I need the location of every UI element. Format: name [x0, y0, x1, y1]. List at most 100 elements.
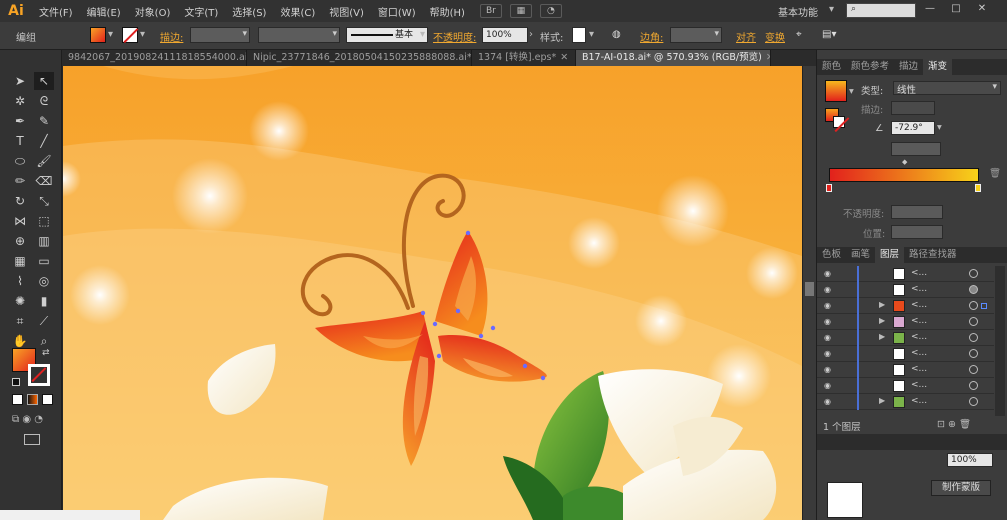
eye-icon[interactable]: ◉ — [824, 317, 834, 326]
direct-selection-tool-icon[interactable]: ↖ — [34, 72, 54, 90]
default-colors-icon[interactable] — [12, 378, 20, 386]
gradient-location-field[interactable] — [891, 225, 943, 239]
gradient-opacity-field[interactable] — [891, 205, 943, 219]
workspace-switcher[interactable]: 基本功能 — [778, 4, 818, 19]
layers-scrollbar[interactable] — [995, 266, 1005, 416]
menu-select[interactable]: 选择(S) — [225, 4, 273, 19]
magic-wand-tool-icon[interactable]: ✲ — [10, 92, 30, 110]
maximize-button[interactable]: □ — [944, 3, 968, 18]
menu-file[interactable]: 文件(F) — [32, 4, 80, 19]
tab-color-guide[interactable]: 颜色参考 — [846, 59, 894, 75]
tab-color[interactable]: 颜色 — [817, 59, 846, 75]
layer-actions-icons[interactable]: ⊡ ⊕ 🗑 — [937, 419, 971, 430]
pencil-tool-icon[interactable]: ✏ — [10, 172, 30, 190]
stroke-gradient-options[interactable] — [891, 101, 935, 115]
chevron-down-icon[interactable]: ▾ — [420, 29, 425, 40]
target-icon[interactable] — [969, 381, 978, 390]
tab-layers[interactable]: 图层 — [875, 247, 905, 263]
arrange-documents-icon[interactable]: ▦ — [509, 4, 532, 18]
close-icon[interactable]: ✕ — [766, 52, 770, 63]
close-icon[interactable]: ✕ — [560, 52, 568, 63]
tab-gradient[interactable]: 渐变 — [923, 59, 953, 75]
eraser-tool-icon[interactable]: ⌫ — [34, 172, 54, 190]
layer-row[interactable]: ◉ <... — [817, 378, 994, 394]
bridge-icon[interactable]: Br — [479, 4, 502, 18]
gradient-stop-start[interactable] — [826, 184, 832, 192]
opacity-label[interactable]: 不透明度: — [433, 29, 476, 44]
expand-arrow-icon[interactable]: ▶ — [879, 396, 885, 405]
ellipse-tool-icon[interactable]: ⬭ — [10, 152, 30, 170]
perspective-grid-tool-icon[interactable]: ▥ — [34, 232, 54, 250]
mesh-tool-icon[interactable]: ▦ — [10, 252, 30, 270]
variable-width-profile[interactable] — [258, 27, 340, 43]
layer-row[interactable]: ◉ ▶ <... — [817, 314, 994, 330]
search-input[interactable]: ⌕ — [846, 3, 916, 18]
menu-effect[interactable]: 效果(C) — [273, 4, 322, 19]
doc-tab-active[interactable]: B17-AI-018.ai* @ 570.93% (RGB/预览)✕ — [576, 50, 771, 66]
free-transform-tool-icon[interactable]: ⬚ — [34, 212, 54, 230]
scrollbar-thumb[interactable] — [805, 282, 814, 296]
stroke-weight-field[interactable] — [190, 27, 250, 43]
gpu-performance-icon[interactable]: ◔ — [539, 4, 562, 18]
close-button[interactable]: ✕ — [970, 3, 994, 18]
artboard-tool-icon[interactable]: ⌗ — [10, 312, 30, 330]
midpoint-diamond-icon[interactable]: ◆ — [902, 158, 907, 166]
layer-row[interactable]: ◉ <... — [817, 282, 994, 298]
transform-link[interactable]: 变换 — [765, 29, 785, 44]
recolor-artwork-icon[interactable]: ◍ — [612, 29, 621, 40]
expand-arrow-icon[interactable]: ▶ — [879, 300, 885, 309]
line-tool-icon[interactable]: ╱ — [34, 132, 54, 150]
target-icon[interactable] — [969, 317, 978, 326]
delete-stop-icon[interactable]: 🗑 — [989, 168, 1001, 179]
make-mask-button[interactable]: 制作蒙版 — [931, 480, 991, 496]
layer-row[interactable]: ◉ ▶ <... — [817, 330, 994, 346]
eye-icon[interactable]: ◉ — [824, 365, 834, 374]
tab-stroke[interactable]: 描边 — [894, 59, 923, 75]
eyedropper-tool-icon[interactable]: ⌇ — [10, 272, 30, 290]
chevron-down-icon[interactable]: ▾ — [937, 122, 942, 133]
chevron-right-icon[interactable]: › — [529, 29, 533, 40]
target-icon[interactable] — [969, 333, 978, 342]
gradient-stop-end[interactable] — [975, 184, 981, 192]
eye-icon[interactable]: ◉ — [824, 301, 834, 310]
aspect-ratio-field[interactable] — [891, 142, 941, 156]
swap-colors-icon[interactable]: ⇄ — [42, 348, 50, 358]
none-mode-icon[interactable] — [42, 394, 53, 405]
eye-icon[interactable]: ◉ — [824, 333, 834, 342]
scale-tool-icon[interactable]: ⤡ — [34, 192, 54, 210]
stroke-label[interactable]: 描边: — [160, 29, 183, 44]
expand-arrow-icon[interactable]: ▶ — [879, 332, 885, 341]
target-icon[interactable] — [969, 397, 978, 406]
eye-icon[interactable]: ◉ — [824, 381, 834, 390]
eye-icon[interactable]: ◉ — [824, 349, 834, 358]
lasso-tool-icon[interactable]: ᘓ — [34, 92, 54, 110]
artboard-canvas[interactable] — [63, 66, 802, 520]
eye-icon[interactable]: ◉ — [824, 285, 834, 294]
eye-icon[interactable]: ◉ — [824, 269, 834, 278]
vertical-scrollbar[interactable] — [802, 66, 816, 520]
target-icon[interactable] — [969, 365, 978, 374]
gradient-preview-swatch[interactable] — [825, 80, 847, 102]
chevron-down-icon[interactable]: ▾ — [108, 29, 113, 40]
transparency-opacity-field[interactable]: 100% — [947, 453, 993, 467]
symbol-sprayer-tool-icon[interactable]: ✺ — [10, 292, 30, 310]
panel-menu-icon[interactable]: ▤▾ — [822, 29, 836, 40]
align-link[interactable]: 对齐 — [736, 29, 756, 44]
width-tool-icon[interactable]: ⋈ — [10, 212, 30, 230]
layer-row[interactable]: ◉ <... — [817, 266, 994, 282]
expand-arrow-icon[interactable]: ▶ — [879, 316, 885, 325]
tab-swatches[interactable]: 色板 — [817, 247, 846, 263]
gradient-mode-icon[interactable] — [27, 394, 38, 405]
opacity-field[interactable]: 100% — [482, 27, 528, 43]
selection-indicator[interactable] — [981, 303, 987, 309]
chevron-down-icon[interactable]: ▾ — [140, 29, 145, 40]
minimize-button[interactable]: — — [918, 3, 942, 18]
pen-tool-icon[interactable]: ✒ — [10, 112, 30, 130]
target-icon[interactable] — [969, 285, 978, 294]
chevron-down-icon[interactable]: ▾ — [849, 86, 854, 97]
paintbrush-tool-icon[interactable]: 🖌 — [34, 152, 54, 170]
layer-row[interactable]: ◉ <... — [817, 346, 994, 362]
menu-view[interactable]: 视图(V) — [322, 4, 371, 19]
curvature-tool-icon[interactable]: ✎ — [34, 112, 54, 130]
screen-mode-icon[interactable] — [24, 434, 40, 445]
